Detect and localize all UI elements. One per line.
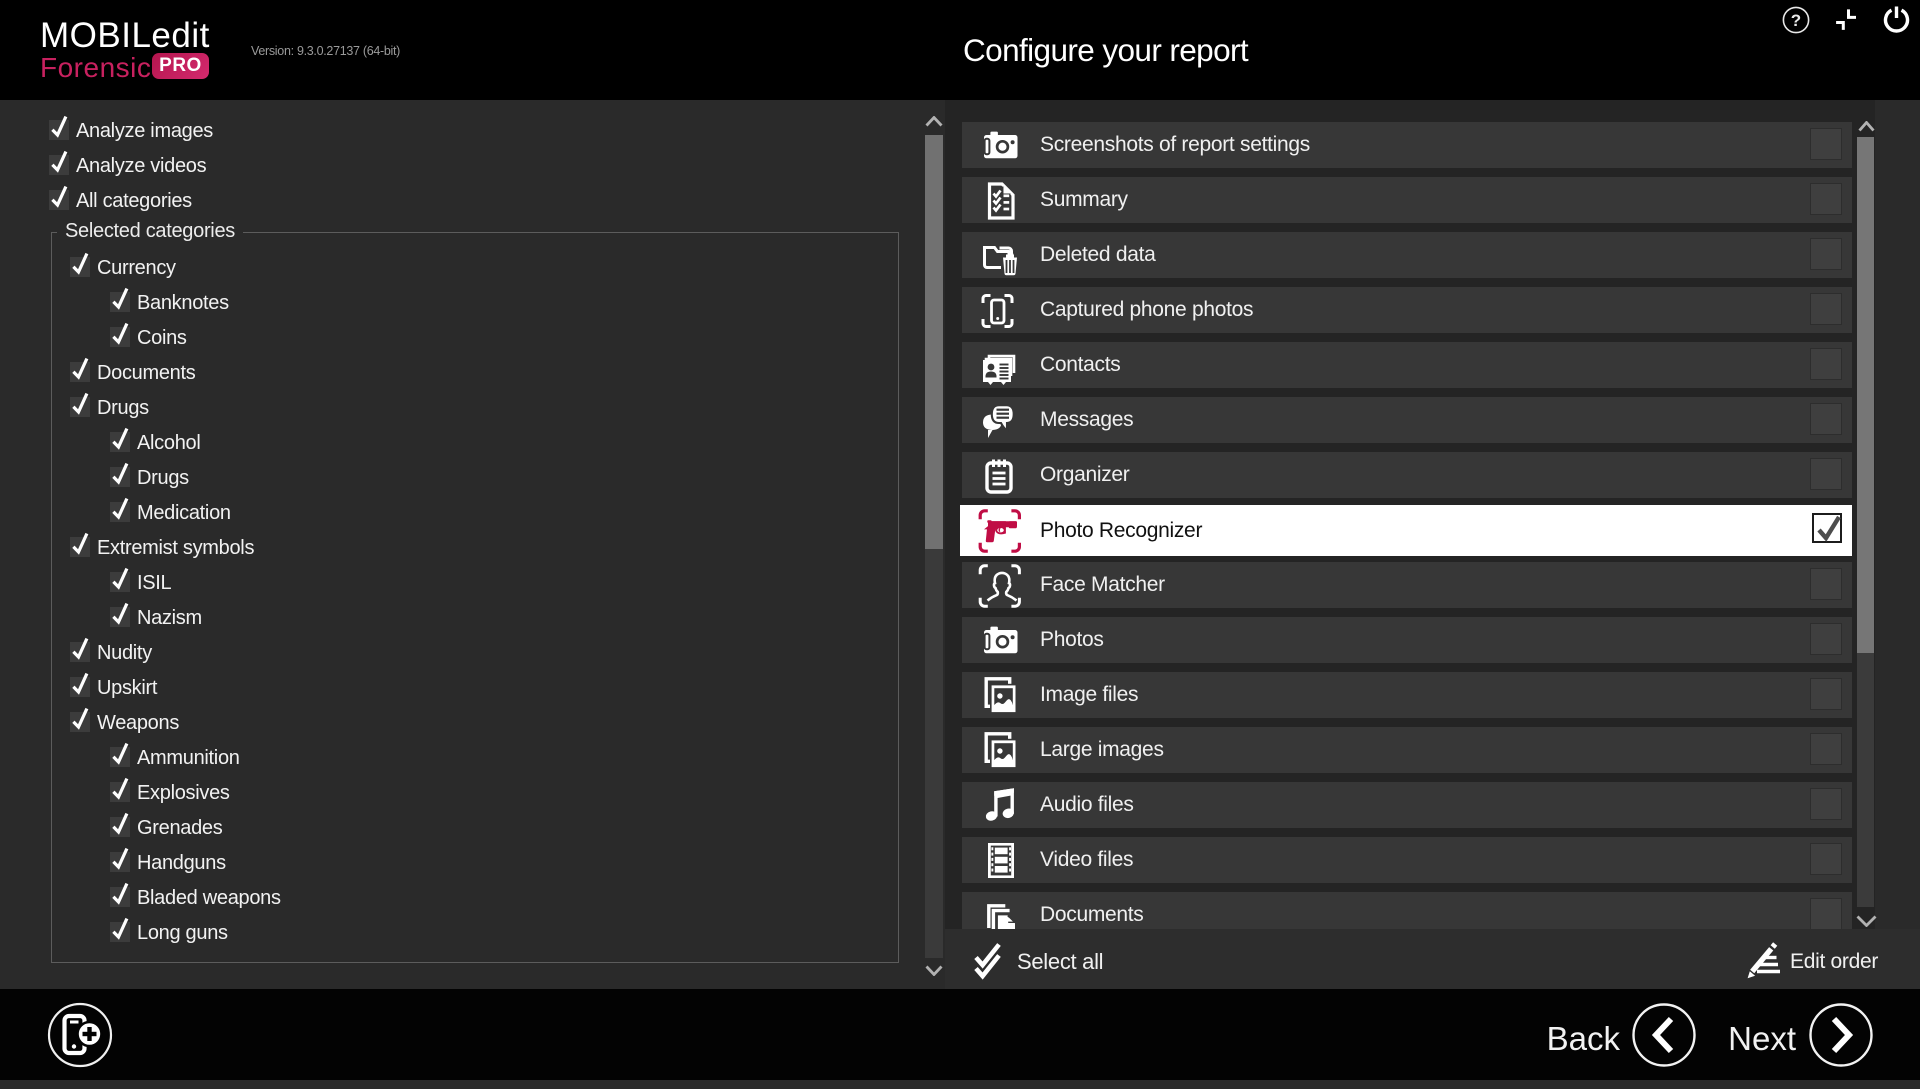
svg-text:?: ?	[1791, 11, 1801, 30]
